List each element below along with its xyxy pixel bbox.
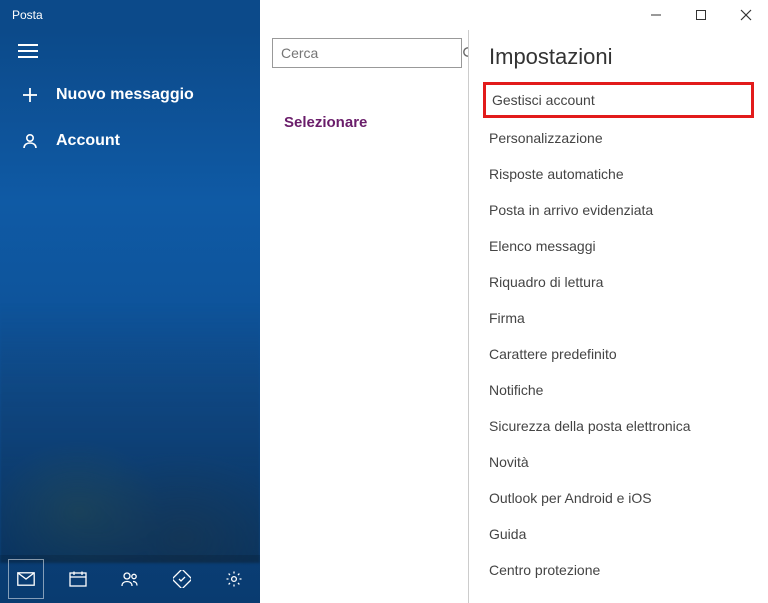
plus-icon	[20, 87, 40, 103]
settings-panel: Impostazioni Gestisci account Personaliz…	[468, 30, 768, 603]
people-icon	[120, 571, 140, 587]
new-message-label: Nuovo messaggio	[56, 86, 194, 104]
calendar-tab[interactable]	[52, 555, 104, 603]
mail-icon	[17, 572, 35, 586]
settings-item-guida[interactable]: Guida	[469, 516, 768, 552]
hamburger-button[interactable]	[0, 30, 260, 72]
hamburger-icon	[18, 44, 38, 58]
settings-item-carattere-predefinito[interactable]: Carattere predefinito	[469, 336, 768, 372]
new-message-button[interactable]: Nuovo messaggio	[0, 72, 260, 118]
mail-app-window: Posta Nuovo messaggio	[0, 0, 768, 603]
person-icon	[20, 132, 40, 150]
settings-item-gestisci-account[interactable]: Gestisci account	[483, 82, 754, 118]
sidebar: Nuovo messaggio Account	[0, 30, 260, 603]
app-title: Posta	[0, 8, 633, 22]
gear-icon	[225, 570, 243, 588]
settings-item-sicurezza-posta[interactable]: Sicurezza della posta elettronica	[469, 408, 768, 444]
calendar-icon	[69, 571, 87, 587]
settings-item-novita[interactable]: Novità	[469, 444, 768, 480]
settings-item-elenco-messaggi[interactable]: Elenco messaggi	[469, 228, 768, 264]
todo-tab[interactable]	[156, 555, 208, 603]
sidebar-bottom-bar	[0, 555, 260, 603]
settings-item-centro-protezione[interactable]: Centro protezione	[469, 552, 768, 588]
minimize-button[interactable]	[633, 0, 678, 30]
settings-item-personalizzazione[interactable]: Personalizzazione	[469, 120, 768, 156]
account-nav-item[interactable]: Account	[0, 118, 260, 164]
settings-item-firma[interactable]: Firma	[469, 300, 768, 336]
app-body: Nuovo messaggio Account	[0, 30, 768, 603]
settings-item-risposte-automatiche[interactable]: Risposte automatiche	[469, 156, 768, 192]
search-box[interactable]	[272, 38, 462, 68]
settings-list: Gestisci account Personalizzazione Rispo…	[469, 80, 768, 588]
account-label: Account	[56, 132, 120, 150]
mail-tab[interactable]	[0, 555, 52, 603]
people-tab[interactable]	[104, 555, 156, 603]
settings-tab[interactable]	[208, 555, 260, 603]
settings-item-notifiche[interactable]: Notifiche	[469, 372, 768, 408]
check-icon	[173, 570, 191, 588]
window-controls	[633, 0, 768, 30]
maximize-button[interactable]	[678, 0, 723, 30]
close-button[interactable]	[723, 0, 768, 30]
settings-title: Impostazioni	[469, 44, 768, 80]
titlebar: Posta	[0, 0, 768, 30]
search-input[interactable]	[281, 45, 462, 61]
settings-item-outlook-mobile[interactable]: Outlook per Android e iOS	[469, 480, 768, 516]
main-area: Selezionare Impostazioni Gestisci accoun…	[260, 30, 768, 603]
settings-item-posta-evidenziata[interactable]: Posta in arrivo evidenziata	[469, 192, 768, 228]
settings-item-riquadro-lettura[interactable]: Riquadro di lettura	[469, 264, 768, 300]
